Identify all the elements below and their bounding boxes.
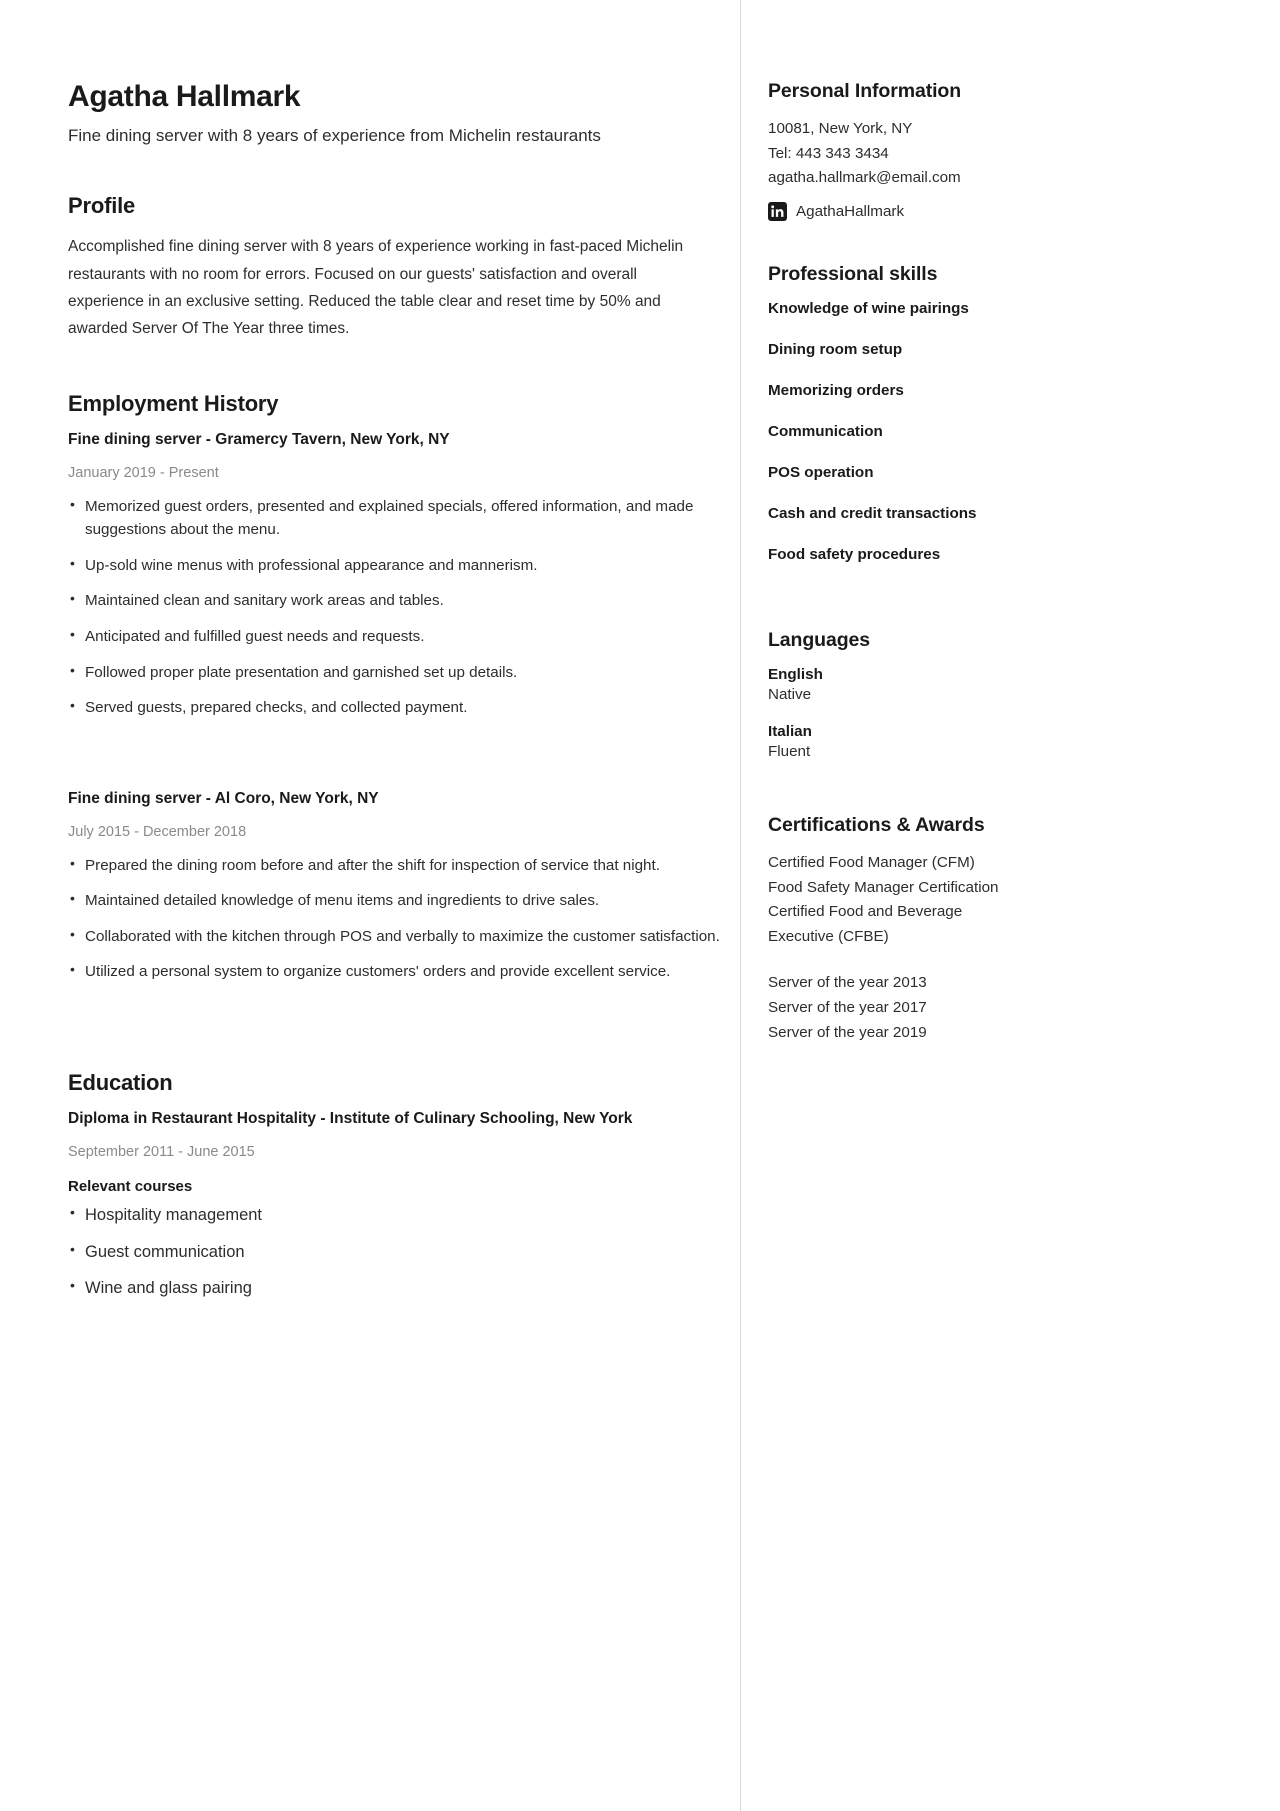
employment-entry: Fine dining server - Gramercy Tavern, Ne…: [68, 431, 720, 720]
personal-phone: Tel: 443 343 3434: [768, 144, 889, 162]
skill-item: Dining room setup: [768, 340, 903, 358]
certification-item: Certified Food and Beverage: [768, 903, 963, 921]
personal-email[interactable]: agatha.hallmark@email.com: [768, 166, 1220, 191]
section-heading-professional-skills: Professional skills: [768, 262, 938, 285]
course-item: Hospitality management: [68, 1202, 720, 1228]
language-level: Fluent: [768, 742, 811, 760]
skill-item: Cash and credit transactions: [768, 504, 977, 522]
certification-item: Executive (CFBE): [768, 927, 889, 945]
award-item: Server of the year 2017: [768, 999, 927, 1016]
job-bullet: Followed proper plate presentation and g…: [68, 660, 720, 685]
language-name: Italian: [768, 722, 812, 740]
resume-page: Agatha Hallmark Fine dining server with …: [0, 0, 1280, 1811]
course-item: Wine and glass pairing: [68, 1275, 720, 1301]
job-bullet: Memorized guest orders, presented and ex…: [68, 494, 720, 542]
job-bullet-list: Prepared the dining room before and afte…: [68, 853, 720, 984]
certification-item: Certified Food Manager (CFM): [768, 853, 975, 871]
section-heading-profile: Profile: [68, 193, 136, 219]
education-degree: Diploma in Restaurant Hospitality - Inst…: [68, 1109, 633, 1127]
column-divider: [740, 0, 741, 1811]
language-entry: Italian Fluent: [768, 723, 1220, 760]
job-title: Fine dining server - Al Coro, New York, …: [68, 789, 379, 807]
skill-item: POS operation: [768, 463, 874, 481]
header-tagline: Fine dining server with 8 years of exper…: [68, 126, 601, 145]
linkedin-icon: [768, 201, 787, 221]
job-bullet: Maintained detailed knowledge of menu it…: [68, 888, 720, 913]
job-dates: July 2015 - December 2018: [68, 823, 247, 840]
section-heading-employment: Employment History: [68, 390, 279, 416]
job-bullet-list: Memorized guest orders, presented and ex…: [68, 494, 720, 720]
job-bullet: Maintained clean and sanitary work areas…: [68, 588, 720, 613]
linkedin-row[interactable]: AgathaHallmark: [768, 201, 1220, 221]
relevant-courses-label: Relevant courses: [68, 1177, 193, 1195]
job-bullet: Utilized a personal system to organize c…: [68, 959, 720, 984]
course-item: Guest communication: [68, 1239, 720, 1265]
award-item: Server of the year 2019: [768, 1023, 927, 1041]
certification-item: Food Safety Manager Certification: [768, 878, 999, 896]
section-heading-languages: Languages: [768, 628, 871, 651]
language-name: English: [768, 665, 823, 683]
language-entry: English Native: [768, 666, 1220, 703]
job-title: Fine dining server - Gramercy Tavern, Ne…: [68, 430, 450, 448]
sidebar-column: Personal Information 10081, New York, NY…: [740, 0, 1280, 1811]
skill-item: Knowledge of wine pairings: [768, 299, 969, 317]
personal-address: 10081, New York, NY: [768, 120, 913, 137]
skill-item: Communication: [768, 422, 883, 440]
education-dates: September 2011 - June 2015: [68, 1143, 255, 1160]
section-heading-personal-information: Personal Information: [768, 80, 962, 102]
job-bullet: Prepared the dining room before and afte…: [68, 853, 720, 878]
job-bullet: Collaborated with the kitchen through PO…: [68, 924, 720, 949]
skill-item: Food safety procedures: [768, 545, 941, 563]
relevant-courses-list: Hospitality management Guest communicati…: [68, 1202, 720, 1301]
employment-entry: Fine dining server - Al Coro, New York, …: [68, 790, 720, 984]
award-item: Server of the year 2013: [768, 974, 927, 992]
linkedin-handle: AgathaHallmark: [796, 202, 905, 220]
profile-text: Accomplished fine dining server with 8 y…: [68, 238, 684, 338]
main-column: Agatha Hallmark Fine dining server with …: [0, 0, 740, 1811]
section-heading-certifications-awards: Certifications & Awards: [768, 813, 985, 836]
section-heading-education: Education: [68, 1069, 173, 1095]
job-bullet: Anticipated and fulfilled guest needs an…: [68, 624, 720, 649]
skill-item: Memorizing orders: [768, 381, 904, 399]
page-title: Agatha Hallmark: [68, 80, 301, 113]
job-bullet: Served guests, prepared checks, and coll…: [68, 695, 720, 720]
job-dates: January 2019 - Present: [68, 464, 219, 481]
language-level: Native: [768, 685, 812, 703]
job-bullet: Up-sold wine menus with professional app…: [68, 553, 720, 578]
